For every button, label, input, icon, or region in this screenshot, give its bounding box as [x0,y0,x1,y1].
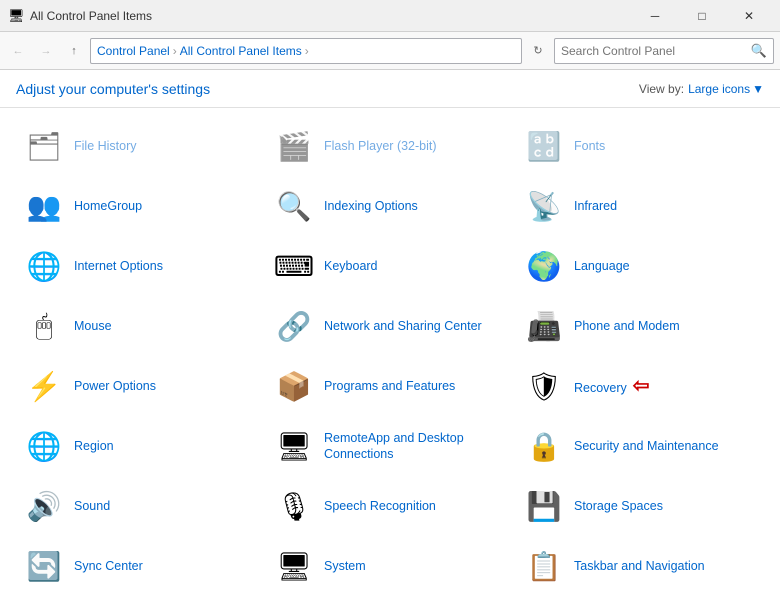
file-history-icon: 🗂 [24,126,64,166]
chevron-down-icon: ▼ [752,82,764,96]
language-label: Language [574,258,630,274]
cp-item-remoteapp[interactable]: 🖥 RemoteApp and Desktop Connections [266,416,516,476]
language-icon: 🌍 [524,246,564,286]
content-area: Adjust your computer's settings View by:… [0,70,780,592]
recovery-label: Recovery⇦ [574,373,650,399]
maximize-button[interactable]: □ [679,0,725,32]
cp-item-system[interactable]: 🖥 System [266,536,516,592]
internet-options-label: Internet Options [74,258,163,274]
taskbar-navigation-label: Taskbar and Navigation [574,558,705,574]
app-icon: 🖥 [8,8,24,24]
cp-item-indexing-options[interactable]: 🔍 Indexing Options [266,176,516,236]
sync-center-label: Sync Center [74,558,143,574]
sound-icon: 🔊 [24,486,64,526]
speech-recognition-label: Speech Recognition [324,498,436,514]
programs-features-label: Programs and Features [324,378,455,394]
keyboard-icon: ⌨ [274,246,314,286]
region-icon: 🌐 [24,426,64,466]
file-history-label: File History [74,138,137,154]
internet-options-icon: 🌐 [24,246,64,286]
mouse-icon: 🖱 [24,306,64,346]
view-by-value[interactable]: Large icons ▼ [688,82,764,96]
recovery-icon: 🛡 [524,366,564,406]
cp-item-taskbar-navigation[interactable]: 📋 Taskbar and Navigation [516,536,766,592]
indexing-options-icon: 🔍 [274,186,314,226]
cp-item-recovery[interactable]: 🛡 Recovery⇦ [516,356,766,416]
window-controls: ─ □ ✕ [632,0,772,32]
items-grid: 🗂 File History 🎬 Flash Player (32-bit) 🔡 Font… [0,108,780,592]
programs-features-icon: 📦 [274,366,314,406]
flash-player-icon: 🎬 [274,126,314,166]
cp-item-keyboard[interactable]: ⌨ Keyboard [266,236,516,296]
cp-item-network-sharing[interactable]: 🔗 Network and Sharing Center [266,296,516,356]
top-bar: Adjust your computer's settings View by:… [0,70,780,108]
back-button[interactable]: ← [6,39,30,63]
cp-item-file-history[interactable]: 🗂 File History [16,116,266,176]
cp-item-internet-options[interactable]: 🌐 Internet Options [16,236,266,296]
remoteapp-icon: 🖥 [274,426,314,466]
title-bar: 🖥 All Control Panel Items ─ □ ✕ [0,0,780,32]
title-bar-text: All Control Panel Items [30,9,632,23]
cp-item-mouse[interactable]: 🖱 Mouse [16,296,266,356]
address-path: Control Panel › All Control Panel Items … [90,38,522,64]
close-button[interactable]: ✕ [726,0,772,32]
cp-item-infrared[interactable]: 📡 Infrared [516,176,766,236]
up-button[interactable]: ↑ [62,39,86,63]
cp-item-region[interactable]: 🌐 Region [16,416,266,476]
cp-item-sound[interactable]: 🔊 Sound [16,476,266,536]
path-all-items[interactable]: All Control Panel Items [180,44,302,58]
cp-item-speech-recognition[interactable]: 🎙 Speech Recognition [266,476,516,536]
sync-center-icon: 🔄 [24,546,64,586]
cp-item-phone-modem[interactable]: 📠 Phone and Modem [516,296,766,356]
flash-player-label: Flash Player (32-bit) [324,138,437,154]
system-label: System [324,558,366,574]
cp-item-storage-spaces[interactable]: 💾 Storage Spaces [516,476,766,536]
system-icon: 🖥 [274,546,314,586]
view-by-label: View by: [639,82,684,96]
speech-recognition-icon: 🎙 [274,486,314,526]
search-box: 🔍 [554,38,774,64]
cp-item-security-maintenance[interactable]: 🔒 Security and Maintenance [516,416,766,476]
infrared-icon: 📡 [524,186,564,226]
cp-item-homegroup[interactable]: 👥 HomeGroup [16,176,266,236]
address-bar: ← → ↑ Control Panel › All Control Panel … [0,32,780,70]
path-control-panel[interactable]: Control Panel [97,44,170,58]
infrared-label: Infrared [574,198,617,214]
storage-spaces-icon: 💾 [524,486,564,526]
cp-item-programs-features[interactable]: 📦 Programs and Features [266,356,516,416]
storage-spaces-label: Storage Spaces [574,498,663,514]
search-input[interactable] [561,44,751,58]
homegroup-icon: 👥 [24,186,64,226]
search-icon: 🔍 [751,43,767,59]
sound-label: Sound [74,498,110,514]
security-maintenance-label: Security and Maintenance [574,438,719,454]
power-options-label: Power Options [74,378,156,394]
cp-item-language[interactable]: 🌍 Language [516,236,766,296]
mouse-label: Mouse [74,318,112,334]
phone-modem-icon: 📠 [524,306,564,346]
cp-item-sync-center[interactable]: 🔄 Sync Center [16,536,266,592]
network-sharing-label: Network and Sharing Center [324,318,482,334]
forward-button[interactable]: → [34,39,58,63]
security-maintenance-icon: 🔒 [524,426,564,466]
phone-modem-label: Phone and Modem [574,318,680,334]
fonts-icon: 🔡 [524,126,564,166]
cp-item-fonts[interactable]: 🔡 Fonts [516,116,766,176]
minimize-button[interactable]: ─ [632,0,678,32]
cp-item-power-options[interactable]: ⚡ Power Options [16,356,266,416]
cp-item-flash-player[interactable]: 🎬 Flash Player (32-bit) [266,116,516,176]
homegroup-label: HomeGroup [74,198,142,214]
keyboard-label: Keyboard [324,258,378,274]
view-by-control: View by: Large icons ▼ [639,82,764,96]
page-title: Adjust your computer's settings [16,81,639,97]
indexing-options-label: Indexing Options [324,198,418,214]
refresh-button[interactable]: ↻ [526,39,550,63]
remoteapp-label: RemoteApp and Desktop Connections [324,430,508,463]
recovery-arrow-icon: ⇦ [633,373,650,399]
network-sharing-icon: 🔗 [274,306,314,346]
fonts-label: Fonts [574,138,605,154]
region-label: Region [74,438,114,454]
taskbar-navigation-icon: 📋 [524,546,564,586]
power-options-icon: ⚡ [24,366,64,406]
